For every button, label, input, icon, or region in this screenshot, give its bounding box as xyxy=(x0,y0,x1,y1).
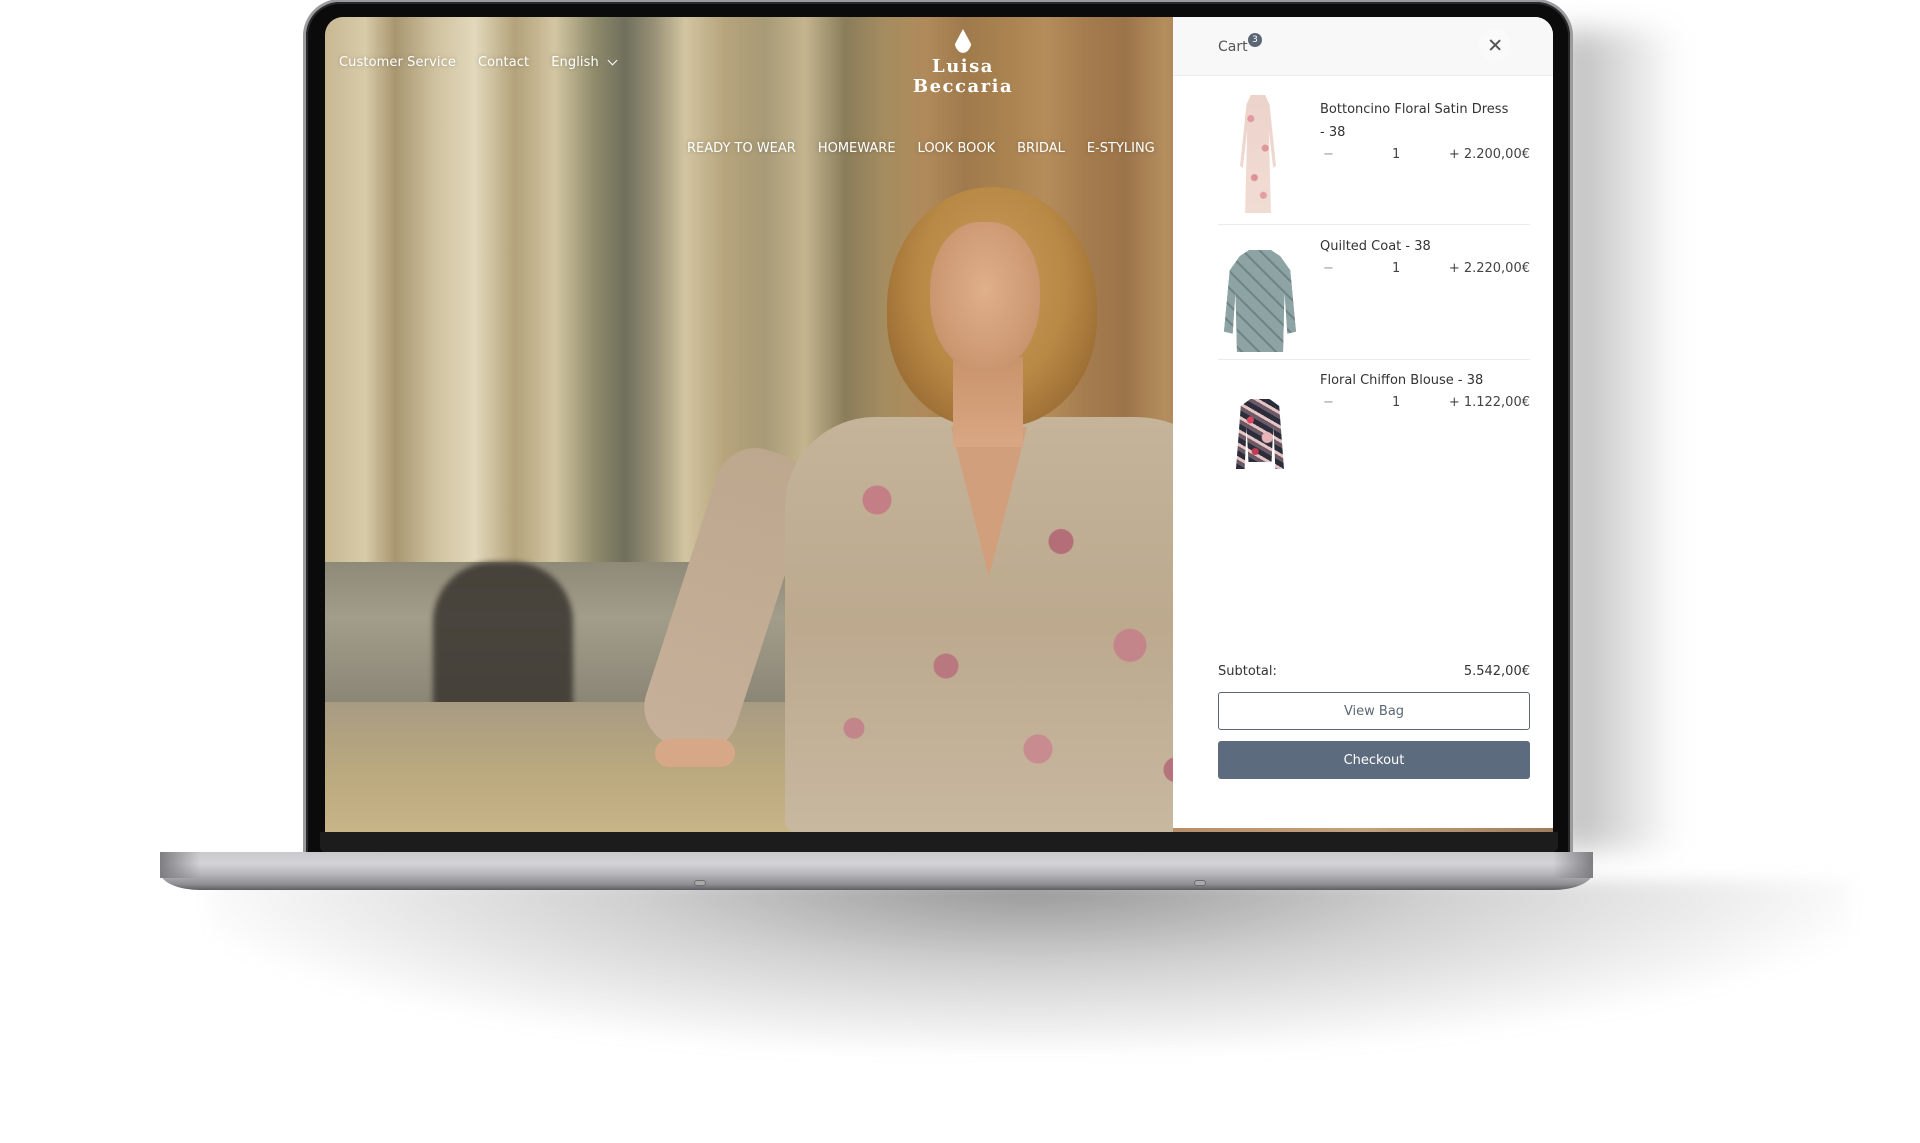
laptop-foot xyxy=(1194,880,1206,886)
item-name[interactable]: Bottoncino Floral Satin Dress - 38 xyxy=(1320,98,1510,144)
item-quantity[interactable]: 1 xyxy=(1392,261,1400,276)
checkout-button[interactable]: Checkout xyxy=(1218,741,1530,779)
nav-ready-to-wear[interactable]: READY TO WEAR xyxy=(687,141,796,156)
item-quantity-row: − 1 + 2.220,00€ xyxy=(1320,261,1530,281)
hero-shadow xyxy=(433,562,573,712)
item-thumbnail-blouse[interactable] xyxy=(1224,359,1292,479)
close-cart-button[interactable] xyxy=(1479,29,1511,61)
model-neckline xyxy=(951,427,1027,577)
item-quantity[interactable]: 1 xyxy=(1392,147,1400,162)
brand-logo[interactable]: Luisa Beccaria xyxy=(903,29,1023,97)
customer-service-link[interactable]: Customer Service xyxy=(339,55,456,70)
utility-links: Customer Service Contact English xyxy=(339,55,618,70)
laptop-base-edge xyxy=(160,852,200,878)
item-price: + 2.220,00€ xyxy=(1448,261,1530,276)
hero-model xyxy=(633,167,1245,832)
cart-item: Bottoncino Floral Satin Dress - 38 − 1 +… xyxy=(1218,87,1530,225)
close-icon xyxy=(1488,38,1502,52)
floral-dress-image xyxy=(1240,95,1276,213)
laptop-shadow xyxy=(210,880,1850,1050)
model-face xyxy=(930,222,1040,372)
decrease-quantity-button[interactable]: − xyxy=(1323,395,1334,410)
item-thumbnail-dress[interactable] xyxy=(1224,95,1292,215)
item-quantity-row: − 1 + 2.200,00€ xyxy=(1320,147,1530,167)
decrease-quantity-button[interactable]: − xyxy=(1323,261,1334,276)
cart-header: Cart 3 xyxy=(1173,17,1553,76)
view-bag-button[interactable]: View Bag xyxy=(1218,692,1530,730)
item-name[interactable]: Quilted Coat - 38 xyxy=(1320,235,1510,258)
item-quantity-row: − 1 + 1.122,00€ xyxy=(1320,395,1530,415)
subtotal-label: Subtotal: xyxy=(1218,664,1277,679)
subtotal-row: Subtotal: 5.542,00€ xyxy=(1218,664,1530,679)
cart-drawer: Cart 3 Bottoncino Floral Satin Dress - 3… xyxy=(1173,17,1553,832)
screen-bezel xyxy=(320,832,1558,852)
laptop-base xyxy=(160,852,1593,890)
lid-shadow xyxy=(1560,30,1680,850)
nav-e-styling[interactable]: E-STYLING xyxy=(1087,141,1155,156)
item-thumbnail-coat[interactable] xyxy=(1224,236,1296,356)
cart-item: Floral Chiffon Blouse - 38 − 1 + 1.122,0… xyxy=(1218,359,1530,479)
language-label: English xyxy=(551,55,599,70)
nav-homeware[interactable]: HOMEWARE xyxy=(818,141,896,156)
brand-name-line2: Beccaria xyxy=(912,76,1014,97)
nav-bridal[interactable]: BRIDAL xyxy=(1017,141,1065,156)
laptop-screen: Customer Service Contact English Luisa B… xyxy=(325,17,1553,832)
subtotal-value: 5.542,00€ xyxy=(1463,664,1530,679)
main-navigation: READY TO WEAR HOMEWARE LOOK BOOK BRIDAL … xyxy=(687,141,1200,156)
quilted-coat-image xyxy=(1224,250,1296,352)
floral-blouse-image xyxy=(1236,399,1284,469)
item-quantity[interactable]: 1 xyxy=(1392,395,1400,410)
language-selector[interactable]: English xyxy=(551,55,618,70)
laptop-foot xyxy=(694,880,706,886)
chevron-down-icon xyxy=(607,55,618,66)
contact-link[interactable]: Contact xyxy=(478,55,529,70)
decrease-quantity-button[interactable]: − xyxy=(1323,147,1334,162)
item-price: + 1.122,00€ xyxy=(1448,395,1530,410)
brand-name-line1: Luisa xyxy=(932,56,994,77)
cart-item: Quilted Coat - 38 − 1 + 2.220,00€ xyxy=(1218,224,1530,360)
cart-count-badge: 3 xyxy=(1248,33,1262,47)
nav-look-book[interactable]: LOOK BOOK xyxy=(918,141,996,156)
laptop-base-edge xyxy=(1553,852,1593,878)
drop-icon xyxy=(954,29,972,53)
item-name[interactable]: Floral Chiffon Blouse - 38 xyxy=(1320,369,1510,392)
item-price: + 2.200,00€ xyxy=(1448,147,1530,162)
cart-title: Cart xyxy=(1218,39,1248,55)
model-hand xyxy=(655,739,735,767)
